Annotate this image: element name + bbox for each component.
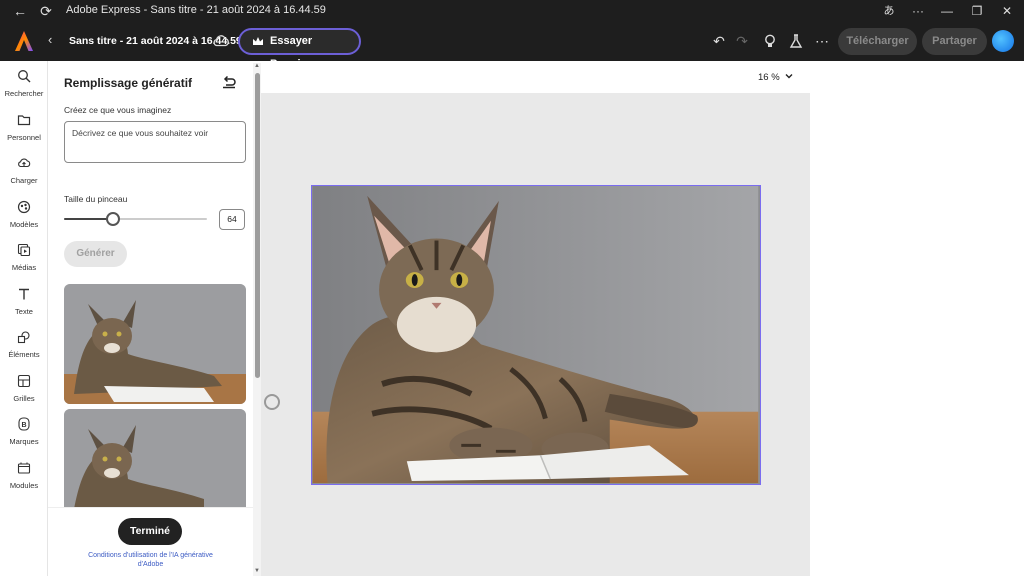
prompt-label: Créez ce que vous imaginez	[64, 105, 172, 115]
rail-item-modules[interactable]: Modules	[0, 461, 48, 501]
share-button[interactable]: Partager	[922, 28, 987, 55]
panel-scrollbar[interactable]: ▲ ▼	[253, 63, 261, 576]
redo-icon[interactable]: ↷	[734, 33, 750, 49]
elements-icon	[17, 331, 30, 344]
rail-item-label: Texte	[15, 307, 33, 316]
try-premium-button[interactable]: Essayer Premium	[238, 28, 361, 70]
rail-item-label: Médias	[11, 263, 37, 272]
maine-coon-cat-image	[312, 186, 759, 483]
cat-image-thumbnail	[64, 284, 246, 404]
brush-cursor-handle[interactable]	[264, 394, 280, 410]
terms-link[interactable]: Conditions d'utilisation de l'IA générat…	[78, 551, 223, 569]
language-icon[interactable]: あ	[874, 0, 904, 22]
scroll-thumb[interactable]	[255, 73, 260, 378]
search-icon	[18, 70, 31, 83]
rail-item-label: Charger	[10, 176, 38, 185]
rail-item-label: Grilles	[13, 394, 35, 403]
brush-size-label: Taille du pinceau	[64, 194, 128, 204]
folder-icon	[17, 115, 31, 126]
svg-text:B: B	[21, 422, 26, 429]
rail-item-brands[interactable]: B Marques	[0, 417, 48, 457]
brands-icon: B	[18, 417, 30, 431]
cat-image-thumbnail	[64, 409, 246, 509]
rail-item-personal[interactable]: Personnel	[0, 113, 48, 153]
generative-fill-panel: Remplissage génératif Créez ce que vous …	[48, 61, 261, 576]
download-button[interactable]: Télécharger	[838, 28, 917, 55]
upload-icon	[18, 158, 31, 168]
more-options-icon[interactable]: ⋯	[814, 33, 830, 49]
media-icon	[17, 243, 31, 257]
refresh-icon[interactable]: ⟳	[36, 2, 56, 20]
done-button[interactable]: Terminé	[118, 518, 182, 545]
rail-item-search[interactable]: Rechercher	[0, 69, 48, 109]
scroll-down-icon[interactable]: ▼	[254, 568, 260, 574]
panel-footer: Terminé Conditions d'utilisation de l'IA…	[48, 507, 261, 576]
canvas-image[interactable]	[311, 185, 761, 485]
rail-item-label: Rechercher	[4, 89, 44, 98]
undo-icon[interactable]: ↶	[711, 33, 727, 49]
rail-item-templates[interactable]: Modèles	[0, 200, 48, 240]
result-thumbnail-2[interactable]	[64, 409, 246, 509]
minimize-icon[interactable]: —	[932, 0, 962, 22]
reset-icon[interactable]	[221, 74, 237, 90]
crown-icon	[253, 37, 263, 45]
chevron-left-icon[interactable]: ‹	[48, 32, 52, 47]
rail-item-label: Modules	[9, 481, 39, 490]
title-bar: ← ⟳ Adobe Express - Sans titre - 21 août…	[0, 0, 1024, 22]
modules-icon	[17, 462, 31, 474]
avatar[interactable]	[992, 30, 1014, 52]
rail-item-text[interactable]: Texte	[0, 287, 48, 327]
rail-item-elements[interactable]: Éléments	[0, 330, 48, 370]
brush-size-value[interactable]: 64	[219, 209, 245, 230]
zoom-level[interactable]: 16 %	[758, 72, 780, 83]
chevron-down-icon[interactable]	[784, 71, 794, 81]
right-empty-area	[810, 61, 1024, 576]
maximize-icon[interactable]: ❐	[962, 0, 992, 22]
canvas-area: 16 %	[261, 61, 810, 576]
scroll-up-icon[interactable]: ▲	[254, 63, 260, 69]
zoom-bar: 16 %	[261, 61, 810, 93]
rail-item-label: Modèles	[9, 220, 39, 229]
result-thumbnail-1[interactable]	[64, 284, 246, 404]
prompt-input[interactable]	[64, 121, 246, 163]
flask-icon[interactable]	[788, 33, 804, 49]
rail-item-label: Personnel	[7, 133, 41, 142]
close-icon[interactable]: ✕	[992, 0, 1022, 22]
left-rail: Rechercher Personnel Charger Modèles Méd…	[0, 61, 48, 576]
app-header: ‹ Sans titre - 21 août 2024 à 16.44.59 E…	[0, 22, 1024, 70]
cloud-icon[interactable]	[212, 33, 230, 47]
templates-icon	[17, 200, 31, 214]
brush-size-slider[interactable]	[64, 218, 207, 220]
grids-icon	[17, 374, 31, 388]
rail-item-label: Marques	[9, 437, 39, 446]
lightbulb-icon[interactable]	[762, 33, 778, 49]
rail-item-media[interactable]: Médias	[0, 243, 48, 283]
panel-title: Remplissage génératif	[64, 76, 193, 90]
back-arrow-icon[interactable]: ←	[10, 2, 30, 20]
window-title: Adobe Express - Sans titre - 21 août 202…	[66, 4, 326, 16]
slider-thumb[interactable]	[105, 212, 120, 226]
text-icon	[19, 288, 29, 300]
rail-item-upload[interactable]: Charger	[0, 156, 48, 196]
generate-button[interactable]: Générer	[64, 241, 127, 267]
more-icon[interactable]: ···	[903, 0, 933, 22]
rail-item-grids[interactable]: Grilles	[0, 374, 48, 414]
adobe-express-logo-icon[interactable]	[14, 30, 34, 52]
rail-item-label: Éléments	[8, 350, 40, 359]
